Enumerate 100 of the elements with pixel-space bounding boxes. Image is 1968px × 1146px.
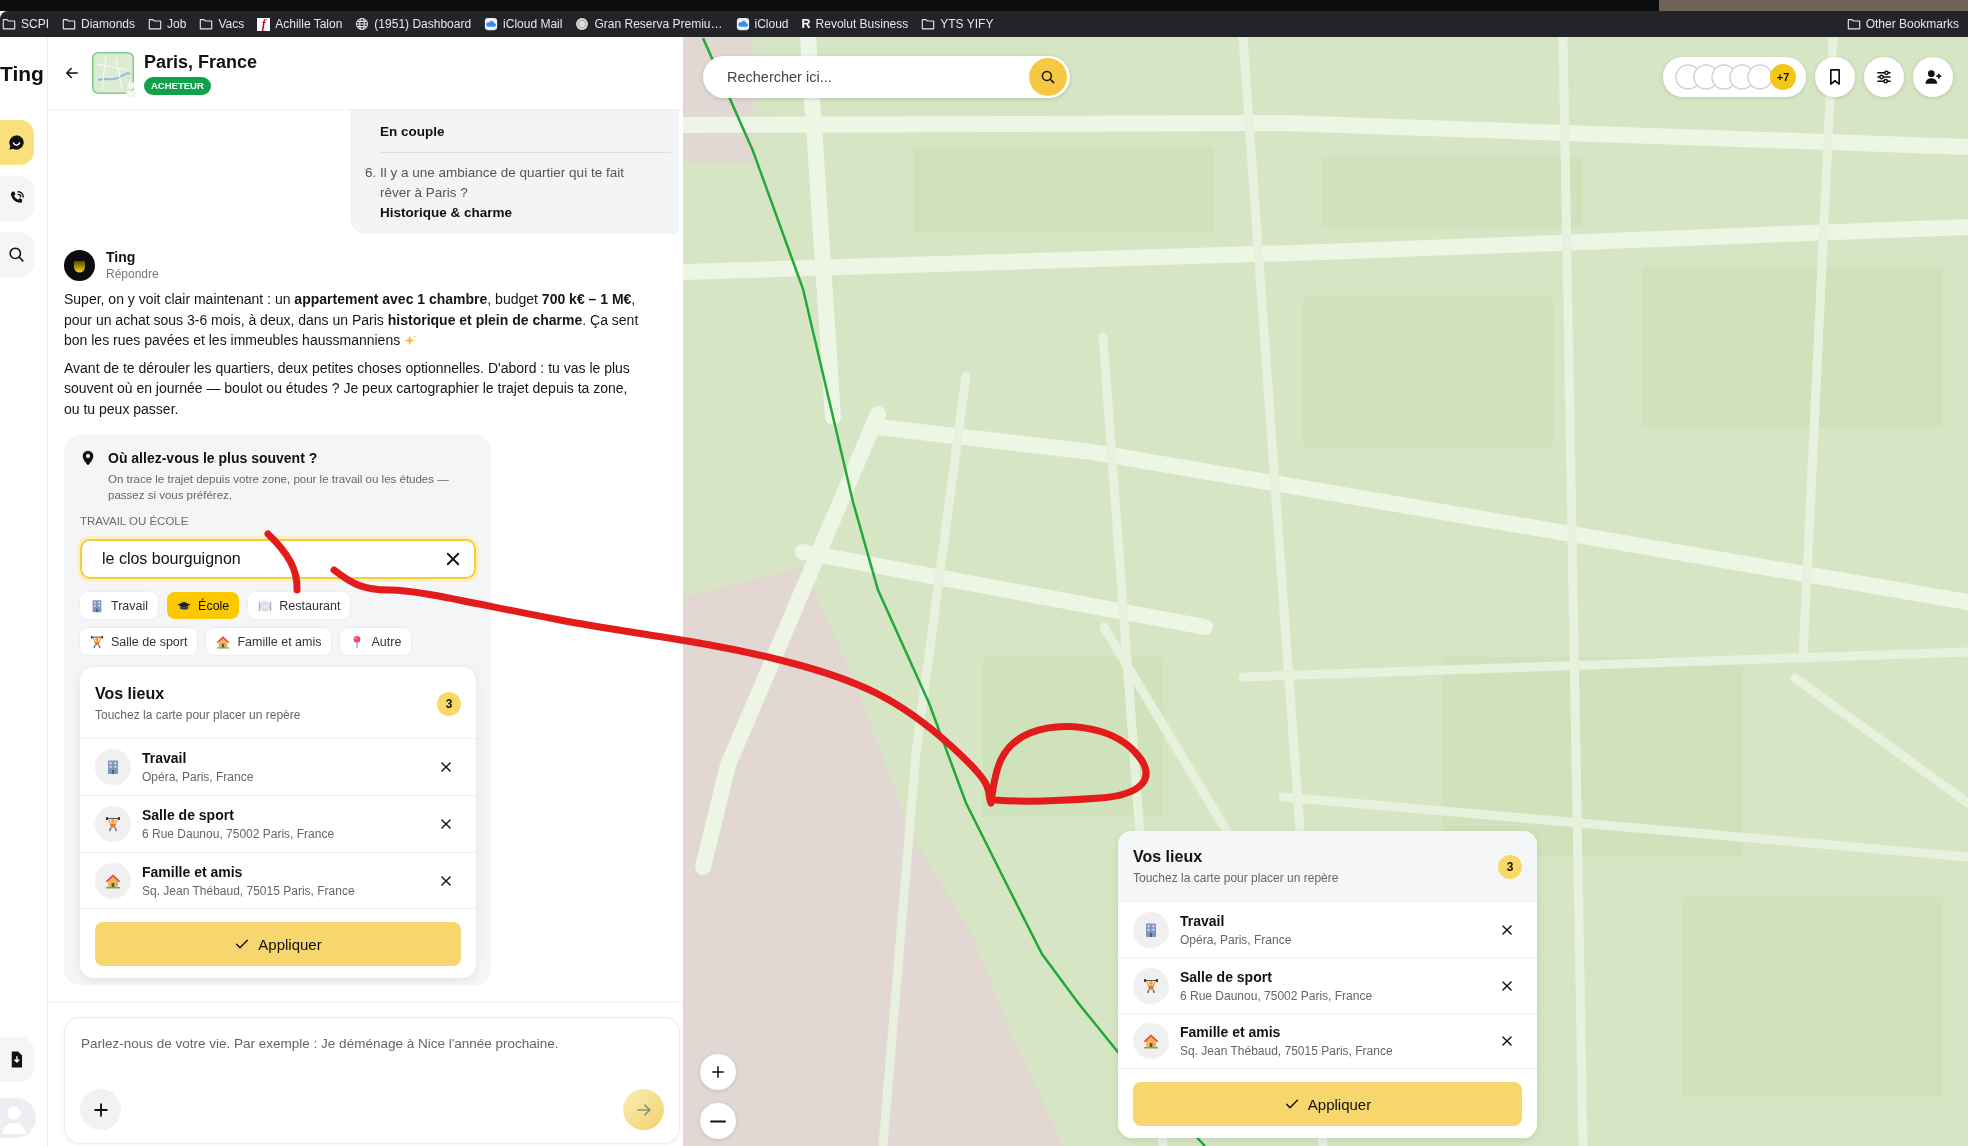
bookmark-folder[interactable]: Vacs bbox=[199, 17, 245, 31]
close-icon bbox=[439, 817, 453, 831]
places-title: Vos lieux bbox=[95, 684, 166, 704]
location-title: Paris, France bbox=[144, 51, 258, 73]
folder-icon bbox=[199, 17, 214, 31]
message-text: Super, on y voit clair maintenant : un appartement avec 1 chambre, budget 700 k€ – 1 M€, pour un achat sous 3-6 mois, à deux, dans un Paris historique et plein de charme. Ça sent bon les rues pavées et les immeubles haussmanniens bbox=[64, 291, 639, 348]
export-button[interactable] bbox=[0, 1037, 34, 1082]
add-button[interactable] bbox=[80, 1089, 121, 1130]
close-icon bbox=[439, 760, 453, 774]
folder-icon bbox=[2, 17, 16, 31]
house-icon bbox=[1133, 1023, 1169, 1059]
search-field[interactable]: Rechercher ici... bbox=[703, 56, 1070, 98]
weightlifter-icon bbox=[1133, 967, 1169, 1004]
question-hint: On trace le trajet depuis votre zone, pour le travail ou les études — passez si vous préférez. bbox=[108, 472, 450, 503]
category-chip[interactable]: École bbox=[167, 592, 240, 619]
building-icon bbox=[95, 749, 131, 785]
category-chip[interactable]: Travail bbox=[80, 592, 159, 619]
sliders-icon bbox=[1874, 67, 1894, 87]
question-title: Où allez-vous le plus souvent ? bbox=[108, 449, 318, 467]
avatar-icon bbox=[124, 81, 138, 97]
location-pin-icon bbox=[80, 449, 96, 467]
place-address: 6 Rue Daunou, 75002 Paris, France bbox=[1180, 987, 1373, 1004]
close-icon bbox=[444, 550, 462, 568]
place-name: Travail bbox=[1180, 911, 1226, 930]
building-icon bbox=[90, 598, 104, 613]
bookmark-link[interactable]: (1951) Dashboard bbox=[355, 17, 472, 31]
bookmark-link[interactable]: iCloud Mail bbox=[484, 17, 563, 31]
bookmark-link[interactable]: f Achille Talon bbox=[257, 17, 343, 31]
place-name: Famille et amis bbox=[1180, 1023, 1282, 1041]
count-badge: 3 bbox=[437, 691, 461, 716]
house-icon bbox=[95, 862, 131, 899]
place-name: Salle de sport bbox=[1180, 967, 1273, 986]
message-text: Avant de te dérouler les quartiers, deux petites choses optionnelles. D'abord : tu vas le plus souvent où en journée — boulot ou études ? Je peux cartographier le trajet depuis ta zone, ou tu peux passer. bbox=[64, 359, 630, 417]
place-name: Travail bbox=[142, 749, 188, 767]
app-logo: Ting bbox=[0, 61, 44, 86]
category-chip[interactable]: Restaurant bbox=[248, 592, 351, 619]
folder-icon bbox=[1846, 17, 1861, 31]
place-name: Salle de sport bbox=[142, 806, 235, 824]
place-name: Famille et amis bbox=[142, 862, 244, 881]
bookmark-folder[interactable]: SCPI bbox=[2, 17, 49, 31]
message-input[interactable]: Parlez-nous de votre vie. Par exemple : Je déménage à Nice l'année prochaine. bbox=[80, 1018, 664, 1062]
place-address: 6 Rue Daunou, 75002 Paris, France bbox=[142, 826, 335, 842]
role-badge: ACHETEUR bbox=[144, 76, 211, 95]
close-icon bbox=[1500, 978, 1514, 993]
category-chip[interactable]: Salle de sport bbox=[80, 628, 198, 655]
site-logo-icon: R bbox=[801, 17, 811, 31]
more-count-badge: +7 bbox=[1770, 64, 1796, 90]
place-address: Sq. Jean Thébaud, 75015 Paris, France bbox=[142, 882, 355, 899]
weightlifter-icon bbox=[90, 634, 104, 649]
house-icon bbox=[216, 634, 231, 649]
plus-icon bbox=[709, 1063, 727, 1081]
seal-icon bbox=[575, 17, 590, 31]
apply-button[interactable]: Appliquer bbox=[95, 922, 461, 966]
sender-name: Ting bbox=[106, 248, 137, 266]
add-user-icon bbox=[1923, 67, 1943, 87]
send-button[interactable] bbox=[623, 1089, 664, 1130]
chat-button[interactable] bbox=[0, 120, 34, 165]
cloud-icon bbox=[735, 17, 750, 31]
place-input[interactable]: le clos bourguignon bbox=[80, 539, 476, 579]
category-chip[interactable]: Autre bbox=[340, 628, 412, 655]
globe-icon bbox=[355, 17, 370, 31]
bookmark-link[interactable]: Gran Reserva Premiu… bbox=[575, 17, 723, 31]
bookmark-link[interactable]: R Revolut Business bbox=[801, 17, 909, 31]
call-button[interactable] bbox=[0, 176, 34, 221]
search-button[interactable] bbox=[0, 232, 34, 277]
plate-icon bbox=[258, 598, 273, 613]
bookmark-link[interactable]: iCloud bbox=[735, 17, 789, 31]
bookmark-folder[interactable]: YTS YIFY bbox=[921, 17, 994, 31]
list-number: 6. bbox=[365, 164, 378, 182]
count-badge: 3 bbox=[1498, 854, 1522, 879]
apply-button[interactable]: Appliquer bbox=[1133, 1082, 1522, 1126]
answer-text: En couple bbox=[380, 123, 446, 141]
chat-icon bbox=[6, 133, 26, 152]
place-address: Opéra, Paris, France bbox=[1180, 931, 1292, 948]
places-hint: Touchez la carte pour placer un repère bbox=[1133, 870, 1339, 886]
minus-icon bbox=[710, 1119, 726, 1123]
site-logo-icon: f bbox=[257, 17, 271, 31]
cloud-icon bbox=[484, 17, 499, 31]
field-label: TRAVAIL OU ÉCOLE bbox=[80, 514, 190, 528]
bookmark-folder[interactable]: Diamonds bbox=[62, 17, 136, 31]
search-icon bbox=[1039, 68, 1057, 86]
place-address: Sq. Jean Thébaud, 75015 Paris, France bbox=[1180, 1043, 1393, 1059]
collaborators-pill[interactable]: +7 bbox=[1663, 57, 1806, 97]
weightlifter-icon bbox=[95, 806, 131, 842]
close-icon bbox=[1500, 1034, 1514, 1048]
places-title: Vos lieux bbox=[1133, 847, 1204, 867]
close-icon bbox=[1500, 922, 1514, 937]
map-thumbnail bbox=[92, 52, 134, 94]
folder-icon bbox=[921, 17, 936, 31]
building-icon bbox=[1133, 911, 1169, 948]
place-address: Opéra, Paris, France bbox=[142, 769, 254, 785]
category-chip[interactable]: Famille et amis bbox=[206, 628, 332, 655]
clear-button[interactable] bbox=[444, 550, 462, 568]
avatar-icon bbox=[1747, 64, 1773, 90]
places-hint: Touchez la carte pour placer un repère bbox=[95, 707, 301, 723]
answer-text: Historique & charme bbox=[380, 204, 514, 222]
bookmark-folder[interactable]: Other Bookmarks bbox=[1846, 17, 1959, 31]
bot-avatar-icon bbox=[64, 250, 95, 281]
bookmark-folder[interactable]: Job bbox=[148, 17, 187, 31]
composer-box[interactable]: Parlez-nous de votre vie. Par exemple : Je déménage à Nice l'année prochaine. bbox=[64, 1017, 680, 1144]
